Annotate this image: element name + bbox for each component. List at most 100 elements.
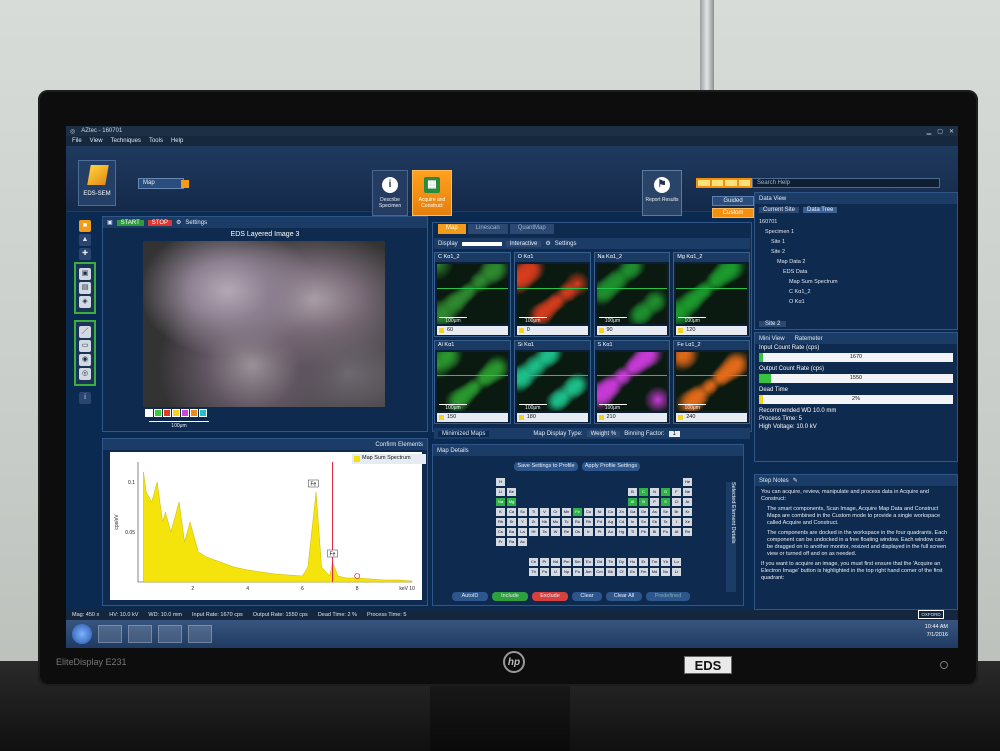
tab-mini-view[interactable]: Mini View [759,336,785,342]
periodic-element[interactable]: Nb [540,518,549,526]
periodic-element[interactable]: Sm [573,558,582,566]
periodic-element[interactable]: Ga [628,508,637,516]
periodic-element[interactable]: Ti [529,508,538,516]
tree-node[interactable]: Map Data 2 [759,257,953,267]
periodic-element[interactable]: Ra [507,538,516,546]
periodic-element[interactable]: Y [518,518,527,526]
element-map-value[interactable]: 0 [516,325,588,335]
clear-all-button[interactable]: Clear All [606,592,642,601]
periodic-element[interactable]: Sc [518,508,527,516]
scan-tool-2-icon[interactable]: ▤ [79,282,91,294]
stop-button[interactable]: STOP [147,219,173,226]
menu-help[interactable]: Help [171,138,183,144]
periodic-element[interactable]: W [551,528,560,536]
binning-select[interactable]: 1 [668,430,680,437]
periodic-element[interactable]: U [551,568,560,576]
taskbar-ie[interactable] [98,625,122,643]
scan-tool-1-icon[interactable]: ▣ [79,268,91,280]
periodic-element[interactable]: Co [584,508,593,516]
include-button[interactable]: Include [492,592,528,601]
site-selector[interactable]: Site 2 [759,321,787,327]
periodic-element[interactable]: Zn [617,508,626,516]
periodic-element[interactable]: Cm [595,568,604,576]
tab-quantmap[interactable]: QuantMap [509,224,554,234]
layer-chip[interactable] [163,409,171,417]
step-notes-title[interactable]: Step Notes [759,478,789,484]
periodic-element[interactable]: B [628,488,637,496]
guided-button[interactable]: Guided [712,196,754,206]
periodic-element[interactable]: At [672,528,681,536]
periodic-element[interactable]: Ba [507,528,516,536]
periodic-element[interactable]: Po [661,528,670,536]
mode-selector[interactable]: Map [138,178,189,189]
tree-node[interactable]: C Kα1_2 [759,287,953,297]
element-map-cell[interactable]: Fe Lα1_2 100μm 240 [673,339,750,424]
periodic-element[interactable]: Tb [606,558,615,566]
periodic-element[interactable]: Se [661,508,670,516]
periodic-element[interactable]: Ar [683,498,692,506]
periodic-element[interactable]: Mn [562,508,571,516]
info-tool-icon[interactable]: i [79,392,91,404]
tab-map[interactable]: Map [438,224,466,234]
periodic-element[interactable]: Ho [628,558,637,566]
menu-tools[interactable]: Tools [149,138,163,144]
periodic-element[interactable]: S [661,498,670,506]
ellipse-tool-icon[interactable]: ◎ [79,368,91,380]
search-help-input[interactable]: Search Help [752,178,940,188]
menu-view[interactable]: View [90,138,103,144]
periodic-element[interactable]: Tl [628,528,637,536]
periodic-element[interactable]: Pr [540,558,549,566]
spectrum-plot-area[interactable]: 2 4 6 8 10 0.05 0.1 keV cps/eV Fe Fe [110,452,422,600]
periodic-element[interactable]: No [661,568,670,576]
periodic-element[interactable]: Ce [529,558,538,566]
periodic-element[interactable]: Be [507,488,516,496]
interactive-dropdown[interactable]: Interactive [505,240,542,247]
periodic-element[interactable]: Am [584,568,593,576]
periodic-element[interactable]: Np [562,568,571,576]
tree-node[interactable]: Map Sum Spectrum [759,277,953,287]
periodic-element[interactable]: Mg [507,498,516,506]
periodic-element[interactable]: Sb [650,518,659,526]
layer-chip[interactable] [190,409,198,417]
element-map-value[interactable]: 60 [437,325,508,335]
tree-node[interactable]: EDS Data [759,267,953,277]
element-map-cell[interactable]: C Kα1_2 100μm 60 [434,252,511,337]
layer-chip[interactable] [154,409,162,417]
periodic-element[interactable]: Te [661,518,670,526]
spectrum-legend[interactable]: Map Sum Spectrum [352,454,426,464]
zoom-tool-icon[interactable]: ✚ [79,248,91,260]
periodic-element[interactable]: Nd [551,558,560,566]
report-results-button[interactable]: ⚑ Report Results [642,170,682,216]
periodic-element[interactable]: Rh [584,518,593,526]
periodic-element[interactable]: Cs [496,528,505,536]
acquire-construct-button[interactable]: ▦ Acquire and Construct [412,170,452,216]
periodic-element[interactable]: Zr [529,518,538,526]
confirm-elements-button[interactable]: Confirm Elements [375,442,423,448]
tab-ratemeter[interactable]: Ratemeter [795,336,823,342]
taskbar-explorer[interactable] [128,625,152,643]
scan-tool-3-icon[interactable]: ◈ [79,296,91,308]
settings-icon[interactable]: ⚙ [176,219,181,226]
periodic-element[interactable]: Th [529,568,538,576]
brightness-slider[interactable] [461,241,502,246]
periodic-element[interactable]: Tc [562,518,571,526]
periodic-element[interactable]: Ir [584,528,593,536]
periodic-element[interactable]: As [650,508,659,516]
periodic-element[interactable]: Al [628,498,637,506]
periodic-element[interactable]: Cr [551,508,560,516]
tree-node[interactable]: Site 2 [759,247,953,257]
periodic-element[interactable]: Gd [595,558,604,566]
close-icon[interactable]: ✕ [949,128,954,135]
periodic-element[interactable]: Ac [518,538,527,546]
periodic-element[interactable]: Pu [573,568,582,576]
periodic-element[interactable]: Cl [672,498,681,506]
layer-color-bar[interactable] [145,409,207,417]
element-map-cell[interactable]: Si Kα1 100μm 180 [513,339,591,424]
periodic-element[interactable]: K [496,508,505,516]
element-map-value[interactable]: 120 [676,325,747,335]
taskbar-aztec[interactable] [188,625,212,643]
periodic-element[interactable]: Tm [650,558,659,566]
periodic-element[interactable]: Ne [683,488,692,496]
periodic-element[interactable]: I [672,518,681,526]
sem-image[interactable] [143,241,385,407]
